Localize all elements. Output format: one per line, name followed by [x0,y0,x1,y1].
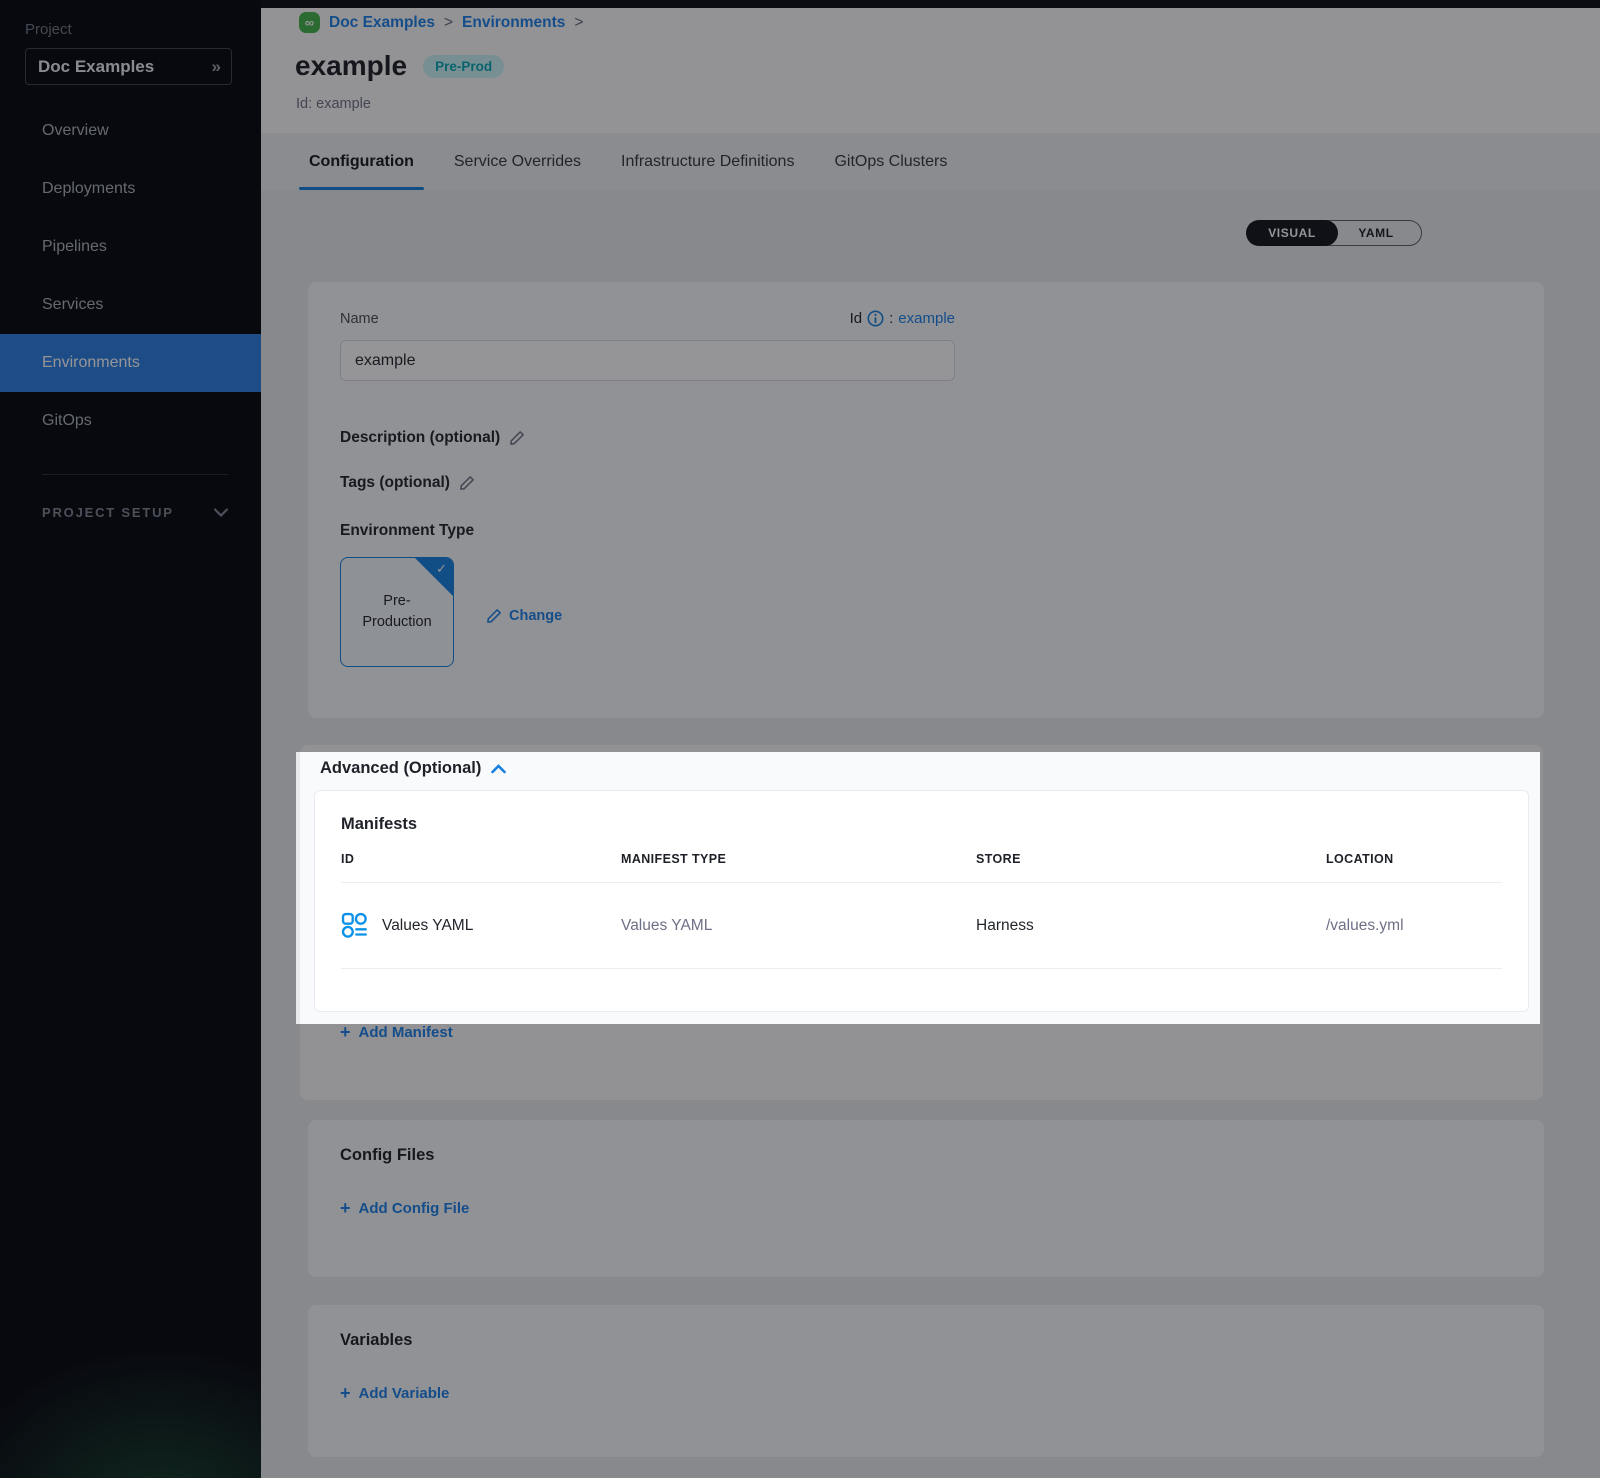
values-yaml-manifest-icon [341,912,368,939]
breadcrumb-separator: > [574,14,583,32]
project-label: Project [25,21,72,38]
tab-bar: Configuration Service Overrides Infrastr… [261,133,1600,190]
advanced-section: Advanced (Optional) Manifests ID MANIFES… [300,745,1543,1100]
sidebar-item-overview[interactable]: Overview [0,102,261,160]
app-window: Project Doc Examples » Overview Deployme… [0,0,1600,1478]
change-env-type-link[interactable]: Change [486,608,562,624]
name-label: Name [340,311,379,327]
sidebar-nav: Overview Deployments Pipelines Services … [0,102,261,450]
manifest-store-value: Harness [976,917,1326,935]
plus-icon: + [340,1023,351,1041]
top-strip [261,0,1600,8]
manifests-table-header: ID MANIFEST TYPE STORE LOCATION [341,852,1502,883]
add-variable-button[interactable]: + Add Variable [340,1384,449,1402]
variables-card: Variables + Add Variable [308,1305,1544,1457]
add-manifest-button[interactable]: + Add Manifest [340,1023,453,1041]
breadcrumb: ∞ Doc Examples > Environments > [299,12,583,33]
manifests-heading: Manifests [341,815,1502,834]
visual-toggle-button[interactable]: VISUAL [1246,220,1338,246]
tab-infrastructure-definitions[interactable]: Infrastructure Definitions [619,133,796,190]
sidebar-item-deployments[interactable]: Deployments [0,160,261,218]
breadcrumb-project-link[interactable]: Doc Examples [329,14,435,32]
info-icon[interactable] [867,310,884,327]
chevron-up-icon [491,764,506,774]
project-name: Doc Examples [38,57,154,77]
breadcrumb-separator: > [444,14,453,32]
env-type-card-preproduction[interactable]: ✓ Pre-Production [340,557,454,667]
env-type-card-label: Pre-Production [351,591,443,633]
manifest-type-value: Values YAML [621,917,976,935]
sidebar-divider [42,474,228,475]
id-label: Id [850,310,863,327]
entity-id: Id: example [296,96,371,112]
pencil-icon [486,608,502,624]
tab-service-overrides[interactable]: Service Overrides [452,133,583,190]
breadcrumb-environments-link[interactable]: Environments [462,14,565,32]
tab-gitops-clusters[interactable]: GitOps Clusters [832,133,949,190]
manifest-table-row[interactable]: Values YAML Values YAML Harness /values.… [341,883,1502,969]
manifest-location-value: /values.yml [1326,917,1502,935]
environment-icon: ∞ [299,12,320,33]
main-content: Configuration Service Overrides Infrastr… [261,0,1600,1478]
project-selector[interactable]: Doc Examples » [25,48,232,85]
id-separator: : [889,310,893,327]
env-type-badge: Pre-Prod [423,55,504,78]
name-input[interactable] [340,340,955,381]
sidebar-item-gitops[interactable]: GitOps [0,392,261,450]
advanced-title: Advanced (Optional) [320,759,481,778]
sidebar-item-services[interactable]: Services [0,276,261,334]
column-location: LOCATION [1326,852,1502,866]
chevron-down-icon [214,508,228,517]
sidebar-item-environments[interactable]: Environments [0,334,261,392]
add-config-file-button[interactable]: + Add Config File [340,1199,469,1217]
manifests-card: Manifests ID MANIFEST TYPE STORE LOCATIO… [314,790,1529,1012]
environment-type-label: Environment Type [340,522,474,540]
environment-details-card: Name Id : example Description (optional)… [308,282,1544,718]
sidebar: Project Doc Examples » Overview Deployme… [0,0,261,1478]
description-label: Description (optional) [340,429,500,447]
config-files-card: Config Files + Add Config File [308,1120,1544,1277]
id-value-link[interactable]: example [898,310,955,327]
edit-tags-icon[interactable] [459,475,475,491]
project-setup-toggle[interactable]: PROJECT SETUP [42,498,228,526]
plus-icon: + [340,1384,351,1402]
expand-sidebar-icon[interactable]: » [212,57,219,77]
column-store: STORE [976,852,1326,866]
tab-configuration[interactable]: Configuration [307,133,416,190]
column-id: ID [341,852,621,866]
sidebar-item-pipelines[interactable]: Pipelines [0,218,261,276]
project-setup-label: PROJECT SETUP [42,505,174,520]
tags-label: Tags (optional) [340,474,450,492]
page-title: example [295,50,407,82]
config-files-heading: Config Files [340,1146,1512,1165]
edit-description-icon[interactable] [509,430,525,446]
view-mode-toggle: VISUAL YAML [1246,220,1422,246]
variables-heading: Variables [340,1331,1512,1350]
advanced-collapse-toggle[interactable]: Advanced (Optional) [300,745,1543,778]
plus-icon: + [340,1199,351,1217]
manifest-id-value: Values YAML [382,917,473,935]
column-manifest-type: MANIFEST TYPE [621,852,976,866]
check-icon: ✓ [436,560,447,579]
